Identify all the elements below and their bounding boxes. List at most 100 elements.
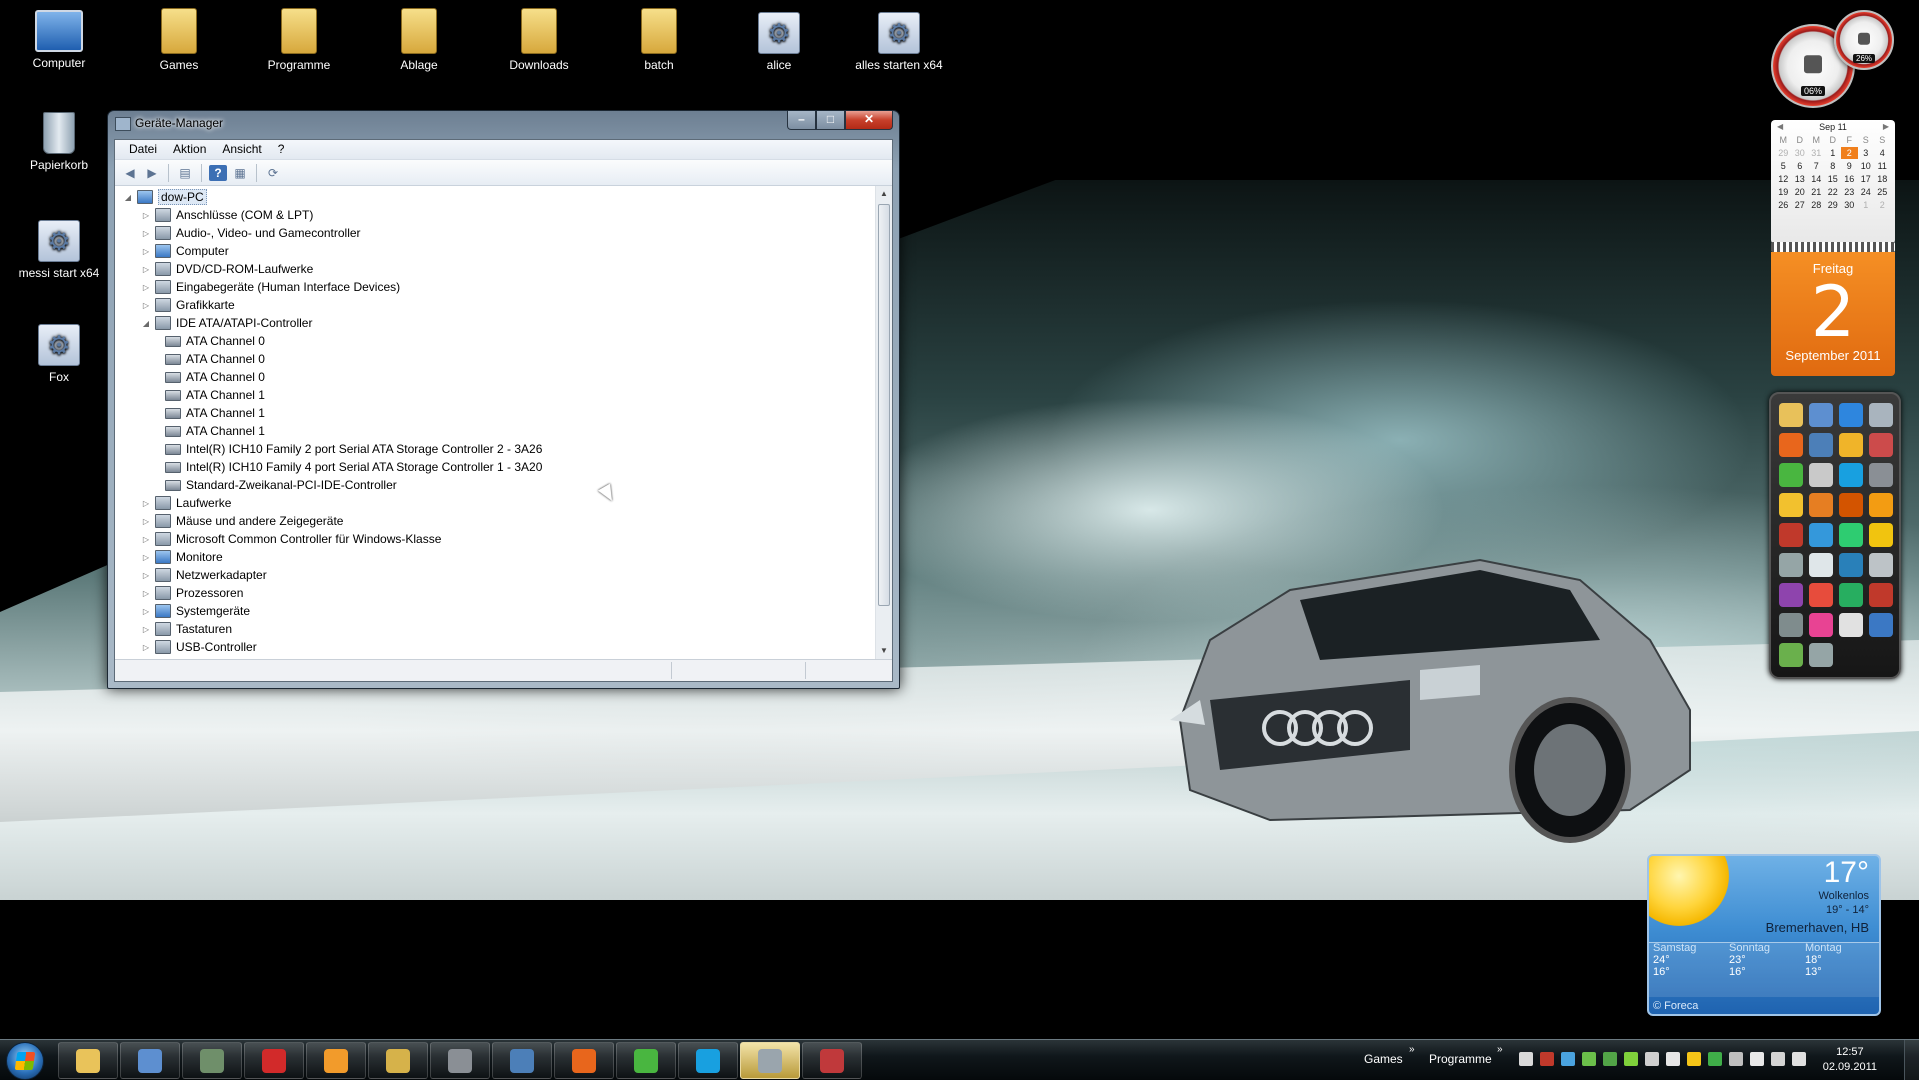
calendar-day[interactable]: 16 — [1841, 173, 1858, 185]
tree-child[interactable]: ATA Channel 1 — [161, 404, 265, 422]
app-shortcut-icon[interactable] — [1809, 643, 1833, 667]
expand-arrow-icon[interactable]: ▷ — [141, 643, 151, 652]
taskbar-clock[interactable]: 12:57 02.09.2011 — [1823, 1045, 1877, 1075]
device-manager-window[interactable]: Geräte-Manager – □ ✕ Datei Aktion Ansich… — [107, 110, 900, 689]
desktop-icon-alice[interactable]: ⚙ alice — [731, 12, 827, 72]
properties-icon[interactable]: ▦ — [231, 165, 249, 181]
scroll-up-arrow-icon[interactable]: ▲ — [876, 186, 892, 202]
menu-help[interactable]: ? — [270, 140, 293, 159]
app-shortcut-icon[interactable] — [1869, 493, 1893, 517]
app-shortcut-icon[interactable] — [1839, 493, 1863, 517]
app-shortcut-icon[interactable] — [1779, 493, 1803, 517]
tree-child[interactable]: ATA Channel 0 — [161, 332, 265, 350]
tray-app-icon[interactable] — [1624, 1052, 1638, 1066]
tree-item[interactable]: ▷ Eingabegeräte (Human Interface Devices) — [141, 278, 400, 296]
desktop-icon-games[interactable]: Games — [131, 8, 227, 72]
expand-arrow-icon[interactable]: ▷ — [141, 265, 151, 274]
collapse-arrow-icon[interactable]: ◢ — [123, 193, 133, 202]
app-shortcut-icon[interactable] — [1779, 643, 1803, 667]
taskbar-button[interactable] — [306, 1042, 366, 1079]
expand-arrow-icon[interactable]: ▷ — [141, 517, 151, 526]
maximize-button[interactable]: □ — [816, 111, 845, 130]
calendar-day[interactable]: 2 — [1874, 199, 1891, 211]
calendar-day[interactable]: 4 — [1874, 147, 1891, 159]
expand-arrow-icon[interactable]: ▷ — [141, 589, 151, 598]
expand-arrow-icon[interactable]: ▷ — [141, 211, 151, 220]
menu-aktion[interactable]: Aktion — [165, 140, 214, 159]
tree-child[interactable]: Intel(R) ICH10 Family 4 port Serial ATA … — [161, 458, 542, 476]
app-shortcut-icon[interactable] — [1839, 403, 1863, 427]
app-shortcut-icon[interactable] — [1869, 553, 1893, 577]
tray-steam-icon[interactable] — [1729, 1052, 1743, 1066]
tree-item[interactable]: ▷ Computer — [141, 242, 229, 260]
volume-icon[interactable] — [1792, 1052, 1806, 1066]
tree-item[interactable]: ▷ Microsoft Common Controller für Windows… — [141, 530, 441, 548]
calendar-day[interactable]: 19 — [1775, 186, 1792, 198]
scan-hardware-icon[interactable]: ⟳ — [264, 165, 282, 181]
app-shortcut-icon[interactable] — [1809, 583, 1833, 607]
tree-child[interactable]: Standard-Zweikanal-PCI-IDE-Controller — [161, 476, 397, 494]
desktop-icon-batch[interactable]: batch — [611, 8, 707, 72]
app-shortcut-icon[interactable] — [1779, 463, 1803, 487]
calendar-day[interactable]: 20 — [1792, 186, 1809, 198]
desktop-icon-alles-starten[interactable]: ⚙ alles starten x64 — [851, 12, 947, 72]
expand-arrow-icon[interactable]: ▷ — [141, 535, 151, 544]
calendar-day[interactable]: 10 — [1858, 160, 1875, 172]
close-button[interactable]: ✕ — [845, 111, 893, 130]
show-desktop-button[interactable] — [1904, 1040, 1919, 1080]
tray-app-icon[interactable] — [1687, 1052, 1701, 1066]
expand-arrow-icon[interactable]: ▷ — [141, 301, 151, 310]
calendar-day[interactable]: 29 — [1775, 147, 1792, 159]
toolbar-programme[interactable]: Programme — [1429, 1052, 1492, 1066]
tray-icq-icon[interactable] — [1708, 1052, 1722, 1066]
scrollbar-thumb[interactable] — [878, 204, 890, 606]
app-shortcut-icon[interactable] — [1839, 613, 1863, 637]
tray-app-icon[interactable] — [1666, 1052, 1680, 1066]
app-shortcut-icon[interactable] — [1809, 433, 1833, 457]
calendar-day[interactable]: 1 — [1858, 199, 1875, 211]
app-shortcut-icon[interactable] — [1809, 613, 1833, 637]
app-shortcut-icon[interactable] — [1779, 583, 1803, 607]
taskbar-button[interactable] — [678, 1042, 738, 1079]
calendar-day[interactable]: 8 — [1825, 160, 1842, 172]
expand-arrow-icon[interactable]: ▷ — [141, 283, 151, 292]
tree-item[interactable]: ▷ Monitore — [141, 548, 223, 566]
desktop-icon-computer[interactable]: Computer — [11, 10, 107, 70]
taskbar-button[interactable] — [368, 1042, 428, 1079]
calendar-day[interactable]: 29 — [1825, 199, 1842, 211]
calendar-day[interactable]: 1 — [1825, 147, 1842, 159]
minimize-button[interactable]: – — [787, 111, 816, 130]
calendar-day[interactable]: 24 — [1858, 186, 1875, 198]
ram-gauge[interactable]: 26% — [1834, 10, 1894, 70]
app-shortcut-icon[interactable] — [1839, 553, 1863, 577]
calendar-day[interactable]: 14 — [1808, 173, 1825, 185]
calendar-day[interactable]: 28 — [1808, 199, 1825, 211]
expand-arrow-icon[interactable]: ▷ — [141, 247, 151, 256]
app-shortcut-icon[interactable] — [1839, 433, 1863, 457]
app-shortcut-icon[interactable] — [1839, 523, 1863, 547]
tree-item[interactable]: ▷ Netzwerkadapter — [141, 566, 267, 584]
calendar-day[interactable]: 26 — [1775, 199, 1792, 211]
app-shortcut-icon[interactable] — [1779, 613, 1803, 637]
desktop-icon-programme[interactable]: Programme — [251, 8, 347, 72]
app-shortcut-icon[interactable] — [1869, 403, 1893, 427]
calendar-day[interactable]: 21 — [1808, 186, 1825, 198]
calendar-day[interactable]: 30 — [1792, 147, 1809, 159]
taskbar-button[interactable] — [244, 1042, 304, 1079]
expand-arrow-icon[interactable]: ▷ — [141, 553, 151, 562]
app-shortcut-icon[interactable] — [1779, 523, 1803, 547]
tree-item[interactable]: ▷ USB-Controller — [141, 638, 257, 656]
tree-child[interactable]: ATA Channel 1 — [161, 422, 265, 440]
back-arrow-icon[interactable]: ◀ — [121, 165, 139, 181]
calendar-day[interactable]: 30 — [1841, 199, 1858, 211]
menu-ansicht[interactable]: Ansicht — [214, 140, 269, 159]
tree-item[interactable]: ▷ DVD/CD-ROM-Laufwerke — [141, 260, 313, 278]
tree-item[interactable]: ▷ Tastaturen — [141, 620, 232, 638]
app-shortcut-icon[interactable] — [1809, 523, 1833, 547]
app-shortcut-icon[interactable] — [1839, 583, 1863, 607]
taskbar-button[interactable] — [492, 1042, 552, 1079]
calendar-day[interactable]: 31 — [1808, 147, 1825, 159]
tree-child[interactable]: Intel(R) ICH10 Family 2 port Serial ATA … — [161, 440, 542, 458]
tray-app-icon[interactable] — [1561, 1052, 1575, 1066]
tree-child[interactable]: ATA Channel 0 — [161, 350, 265, 368]
